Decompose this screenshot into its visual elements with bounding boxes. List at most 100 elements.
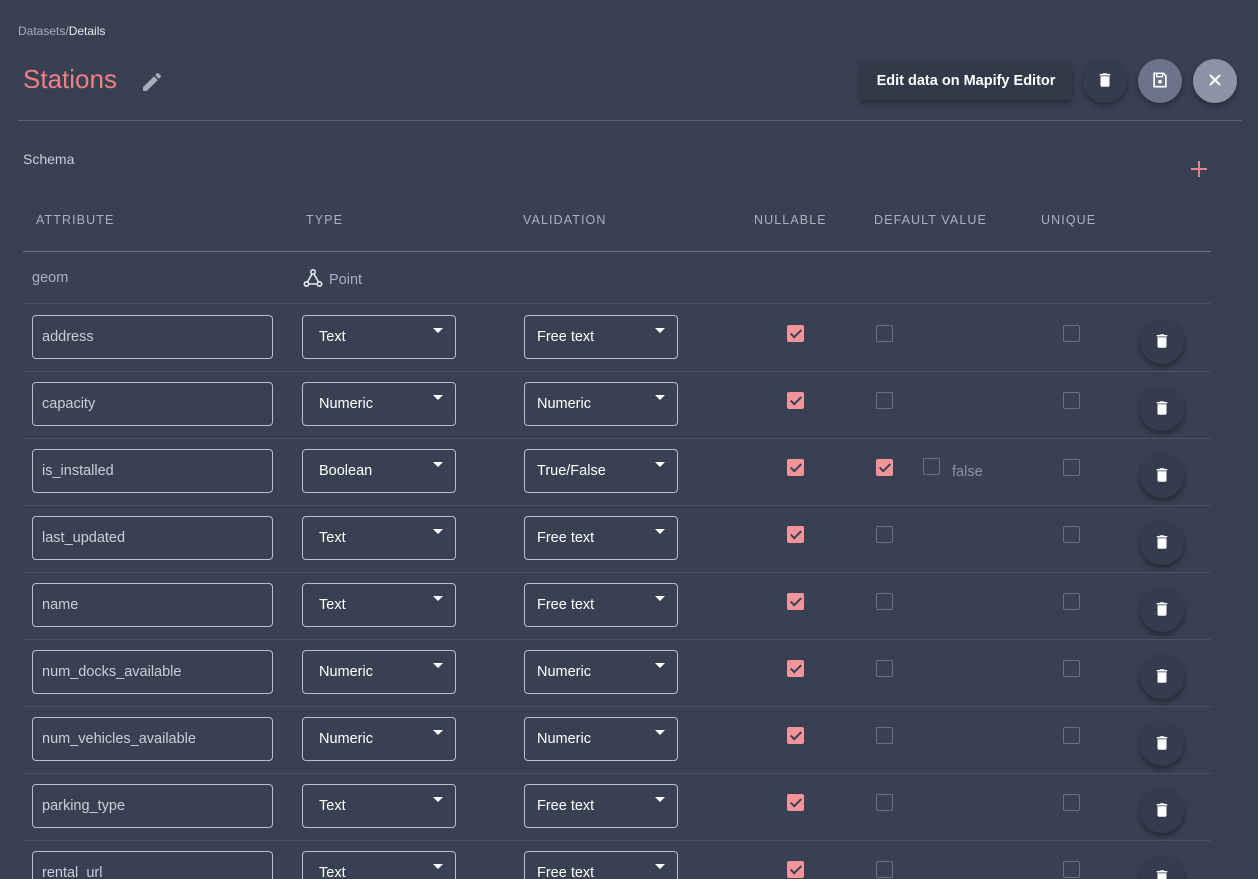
type-select[interactable]: Text (302, 315, 456, 359)
validation-select[interactable]: Free text (524, 784, 678, 828)
chevron-down-icon (655, 327, 665, 333)
validation-select[interactable]: True/False (524, 449, 678, 493)
default-value-checkbox[interactable] (876, 392, 893, 409)
type-select[interactable]: Numeric (302, 382, 456, 426)
default-value-checkbox[interactable] (876, 593, 893, 610)
default-value-checkbox[interactable] (876, 861, 893, 878)
attribute-row: Text Free text (0, 572, 1258, 639)
header-divider (18, 120, 1242, 121)
trash-icon (1153, 734, 1171, 755)
nullable-checkbox[interactable] (787, 861, 804, 878)
attribute-row: Text Free text (0, 773, 1258, 840)
nullable-checkbox[interactable] (787, 593, 804, 610)
table-header-divider (23, 251, 1211, 252)
default-value-checkbox[interactable] (876, 727, 893, 744)
unique-checkbox[interactable] (1063, 459, 1080, 476)
default-value-checkbox[interactable] (876, 325, 893, 342)
nullable-checkbox[interactable] (787, 392, 804, 409)
type-select[interactable]: Text (302, 516, 456, 560)
nullable-checkbox[interactable] (787, 660, 804, 677)
type-select[interactable]: Numeric (302, 650, 456, 694)
delete-attribute-button[interactable] (1140, 387, 1184, 431)
validation-select-value: Free text (537, 530, 595, 546)
add-attribute-button[interactable] (1186, 158, 1212, 184)
trash-icon (1153, 533, 1171, 554)
trash-icon (1153, 667, 1171, 688)
delete-attribute-button[interactable] (1140, 856, 1184, 879)
nullable-checkbox[interactable] (787, 526, 804, 543)
unique-checkbox[interactable] (1063, 593, 1080, 610)
delete-attribute-button[interactable] (1140, 789, 1184, 833)
validation-select[interactable]: Free text (524, 315, 678, 359)
default-value-checkbox[interactable] (876, 526, 893, 543)
attribute-name-input[interactable] (32, 717, 273, 761)
delete-attribute-button[interactable] (1140, 722, 1184, 766)
attribute-name-input[interactable] (32, 449, 273, 493)
unique-checkbox[interactable] (1063, 325, 1080, 342)
close-button[interactable] (1193, 59, 1237, 103)
unique-checkbox[interactable] (1063, 660, 1080, 677)
column-header-attribute: ATTRIBUTE (36, 213, 115, 227)
type-select[interactable]: Text (302, 583, 456, 627)
chevron-down-icon (655, 662, 665, 668)
validation-select[interactable]: Free text (524, 583, 678, 627)
edit-title-pencil-icon[interactable] (140, 70, 164, 94)
edit-on-mapify-editor-button[interactable]: Edit data on Mapify Editor (860, 62, 1072, 100)
delete-attribute-button[interactable] (1140, 521, 1184, 565)
chevron-down-icon (655, 729, 665, 735)
chevron-down-icon (433, 595, 443, 601)
chevron-down-icon (655, 863, 665, 869)
trash-icon (1153, 399, 1171, 420)
type-select[interactable]: Text (302, 851, 456, 879)
validation-select-value: True/False (537, 463, 606, 479)
save-button[interactable] (1138, 59, 1182, 103)
unique-checkbox[interactable] (1063, 794, 1080, 811)
delete-attribute-button[interactable] (1140, 320, 1184, 364)
chevron-down-icon (655, 461, 665, 467)
nullable-checkbox[interactable] (787, 727, 804, 744)
type-select[interactable]: Numeric (302, 717, 456, 761)
unique-checkbox[interactable] (1063, 861, 1080, 878)
breadcrumb-datasets-link[interactable]: Datasets (18, 24, 65, 38)
geom-type-label: Point (329, 272, 363, 288)
unique-checkbox[interactable] (1063, 727, 1080, 744)
delete-dataset-button[interactable] (1083, 59, 1127, 103)
attribute-name-input[interactable] (32, 583, 273, 627)
type-select[interactable]: Boolean (302, 449, 456, 493)
nullable-checkbox[interactable] (787, 459, 804, 476)
delete-attribute-button[interactable] (1140, 655, 1184, 699)
attribute-name-input[interactable] (32, 382, 273, 426)
default-value-checkbox[interactable] (876, 660, 893, 677)
default-value-checkbox[interactable] (876, 459, 893, 476)
nullable-checkbox[interactable] (787, 325, 804, 342)
delete-attribute-button[interactable] (1140, 454, 1184, 498)
type-select-value: Text (319, 530, 346, 546)
type-select-value: Numeric (319, 396, 373, 412)
attribute-row: Text Free text (0, 840, 1258, 879)
attribute-name-input[interactable] (32, 784, 273, 828)
attribute-name-input[interactable] (32, 315, 273, 359)
attribute-name-input[interactable] (32, 516, 273, 560)
unique-checkbox[interactable] (1063, 526, 1080, 543)
attribute-row: Text Free text (0, 304, 1258, 371)
type-select-value: Text (319, 329, 346, 345)
unique-checkbox[interactable] (1063, 392, 1080, 409)
attribute-row: Boolean True/False false (0, 438, 1258, 505)
validation-select[interactable]: Free text (524, 851, 678, 879)
validation-select-value: Free text (537, 798, 595, 814)
validation-select[interactable]: Numeric (524, 650, 678, 694)
attribute-name-input[interactable] (32, 650, 273, 694)
attribute-name-input[interactable] (32, 851, 273, 879)
default-value-boolean-checkbox[interactable] (923, 458, 940, 475)
point-geometry-icon (303, 268, 323, 292)
validation-select[interactable]: Free text (524, 516, 678, 560)
delete-attribute-button[interactable] (1140, 588, 1184, 632)
validation-select[interactable]: Numeric (524, 382, 678, 426)
default-value-checkbox[interactable] (876, 794, 893, 811)
nullable-checkbox[interactable] (787, 794, 804, 811)
chevron-down-icon (655, 595, 665, 601)
validation-select[interactable]: Numeric (524, 717, 678, 761)
validation-select-value: Free text (537, 329, 595, 345)
type-select-value: Numeric (319, 731, 373, 747)
type-select[interactable]: Text (302, 784, 456, 828)
